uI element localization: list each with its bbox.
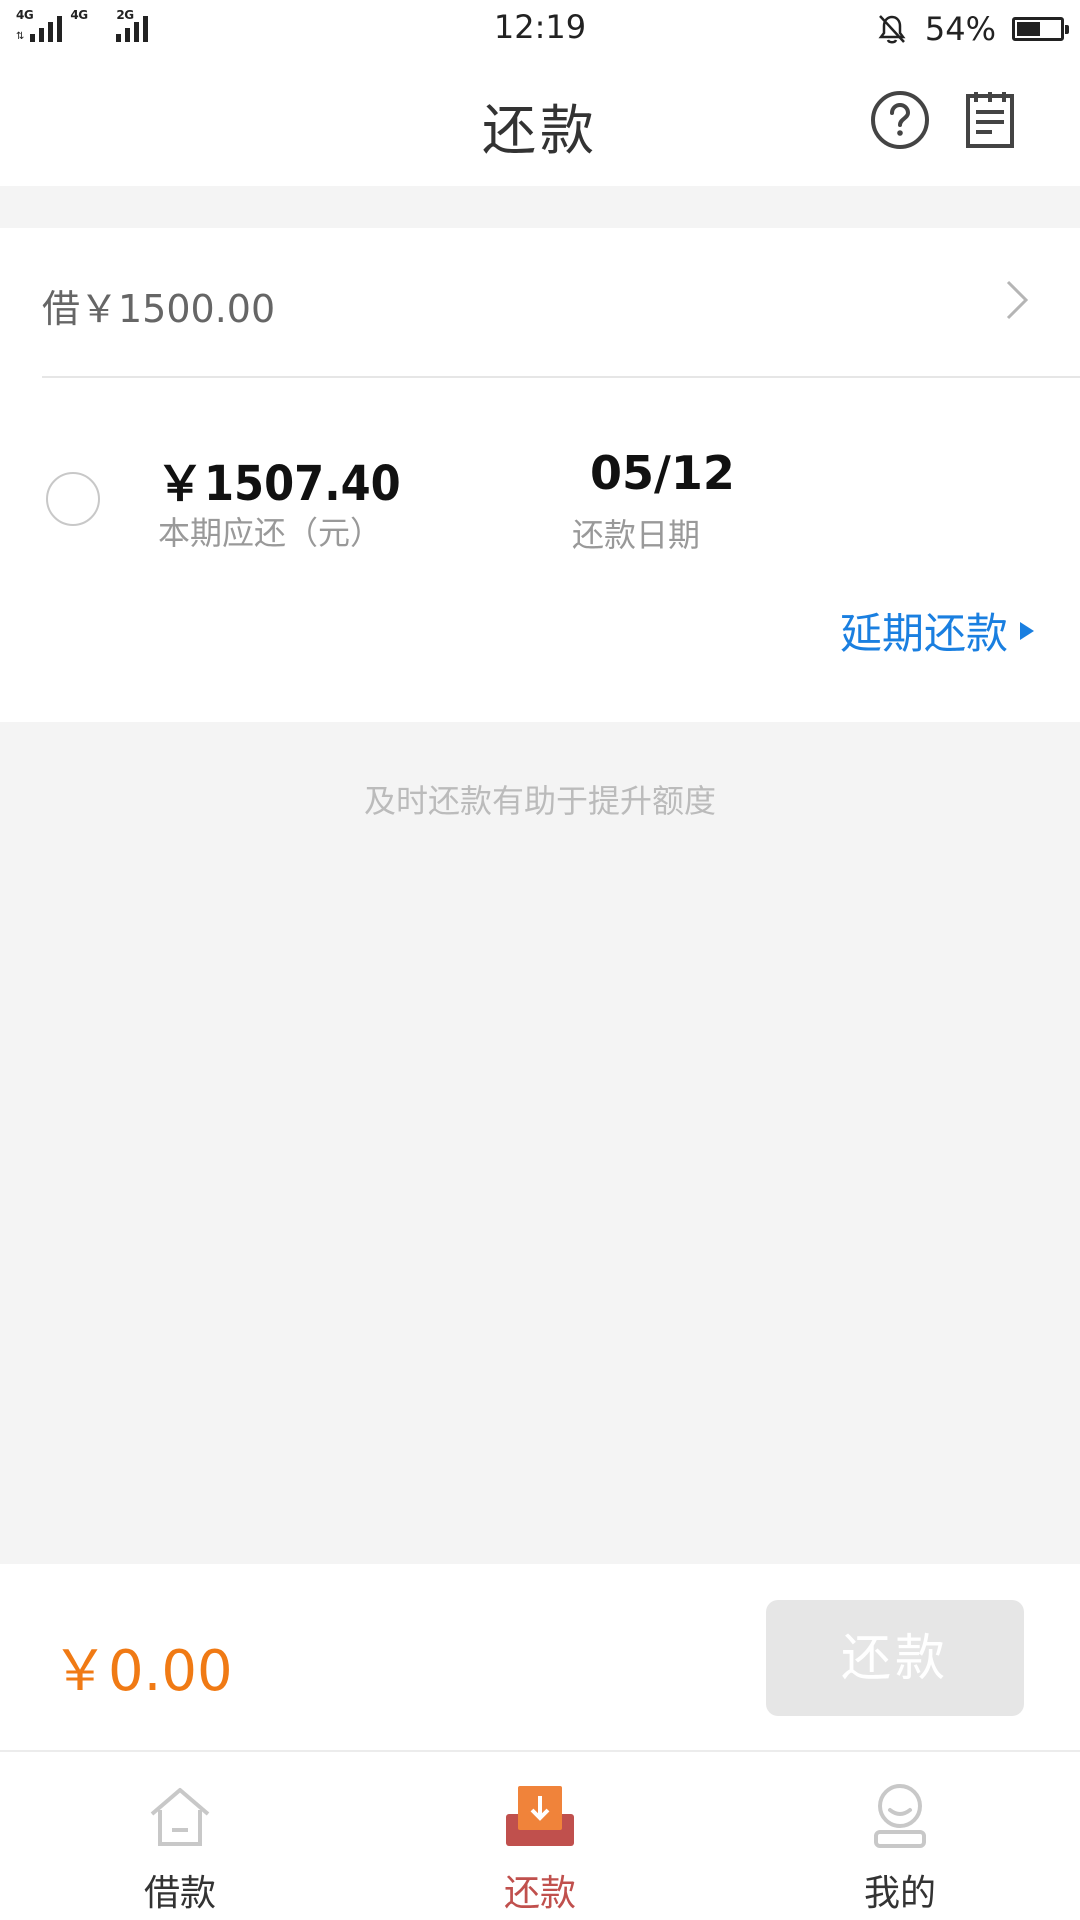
chevron-right-icon <box>1006 280 1029 320</box>
loan-amount: 借￥1500.00 <box>42 287 276 331</box>
tab-borrow[interactable]: 借款 <box>0 1752 360 1920</box>
house-icon <box>150 1788 210 1846</box>
due-date: 05/12 <box>590 446 735 500</box>
installment-amount: ￥1507.40 <box>156 456 401 512</box>
battery-percent: 54% <box>924 10 996 48</box>
help-button[interactable] <box>868 88 932 152</box>
bell-muted-icon <box>878 15 906 44</box>
repayment-hint: 及时还款有助于提升额度 <box>363 782 716 820</box>
question-circle-icon <box>871 91 929 149</box>
status-right: 54% <box>875 10 1069 48</box>
empty-area: 及时还款有助于提升额度 <box>0 722 1080 1564</box>
tab-mine-label: 我的 <box>863 1873 936 1914</box>
bill-list-button[interactable] <box>958 88 1022 152</box>
repay-button[interactable]: 还款 <box>766 1600 1024 1716</box>
defer-repayment-label: 延期还款 <box>839 609 1008 658</box>
status-bar: ⇅ 4G 4G 2G 12:19 54% <box>0 0 1080 58</box>
bottom-tab-bar: 借款 还款 我的 <box>0 1750 1080 1920</box>
loan-summary-row[interactable]: 借￥1500.00 <box>0 228 1080 376</box>
tab-repay-label: 还款 <box>503 1873 576 1914</box>
payment-bar: ￥0.00 还款 <box>0 1564 1080 1750</box>
defer-repayment-link[interactable]: 延期还款 <box>840 600 1034 661</box>
tab-borrow-label: 借款 <box>143 1873 216 1914</box>
installment-select-radio[interactable] <box>46 472 100 526</box>
battery-fill <box>1017 22 1040 36</box>
title-bar: 还款 <box>0 58 1080 186</box>
installment-amount-label: 本期应还（元） <box>158 514 383 552</box>
triangle-right-icon <box>1020 621 1034 640</box>
tab-repay[interactable]: 还款 <box>360 1752 720 1920</box>
installment-card: ￥1507.40 本期应还（元） 05/12 还款日期 延期还款 <box>0 378 1080 722</box>
repay-download-icon <box>506 1786 574 1846</box>
tab-mine[interactable]: 我的 <box>720 1752 1080 1920</box>
section-spacer <box>0 186 1080 228</box>
due-date-label: 还款日期 <box>572 516 701 554</box>
profile-icon <box>874 1784 926 1848</box>
battery-icon <box>1012 17 1069 41</box>
payment-total: ￥0.00 <box>52 1639 233 1704</box>
document-list-icon <box>966 92 1014 148</box>
